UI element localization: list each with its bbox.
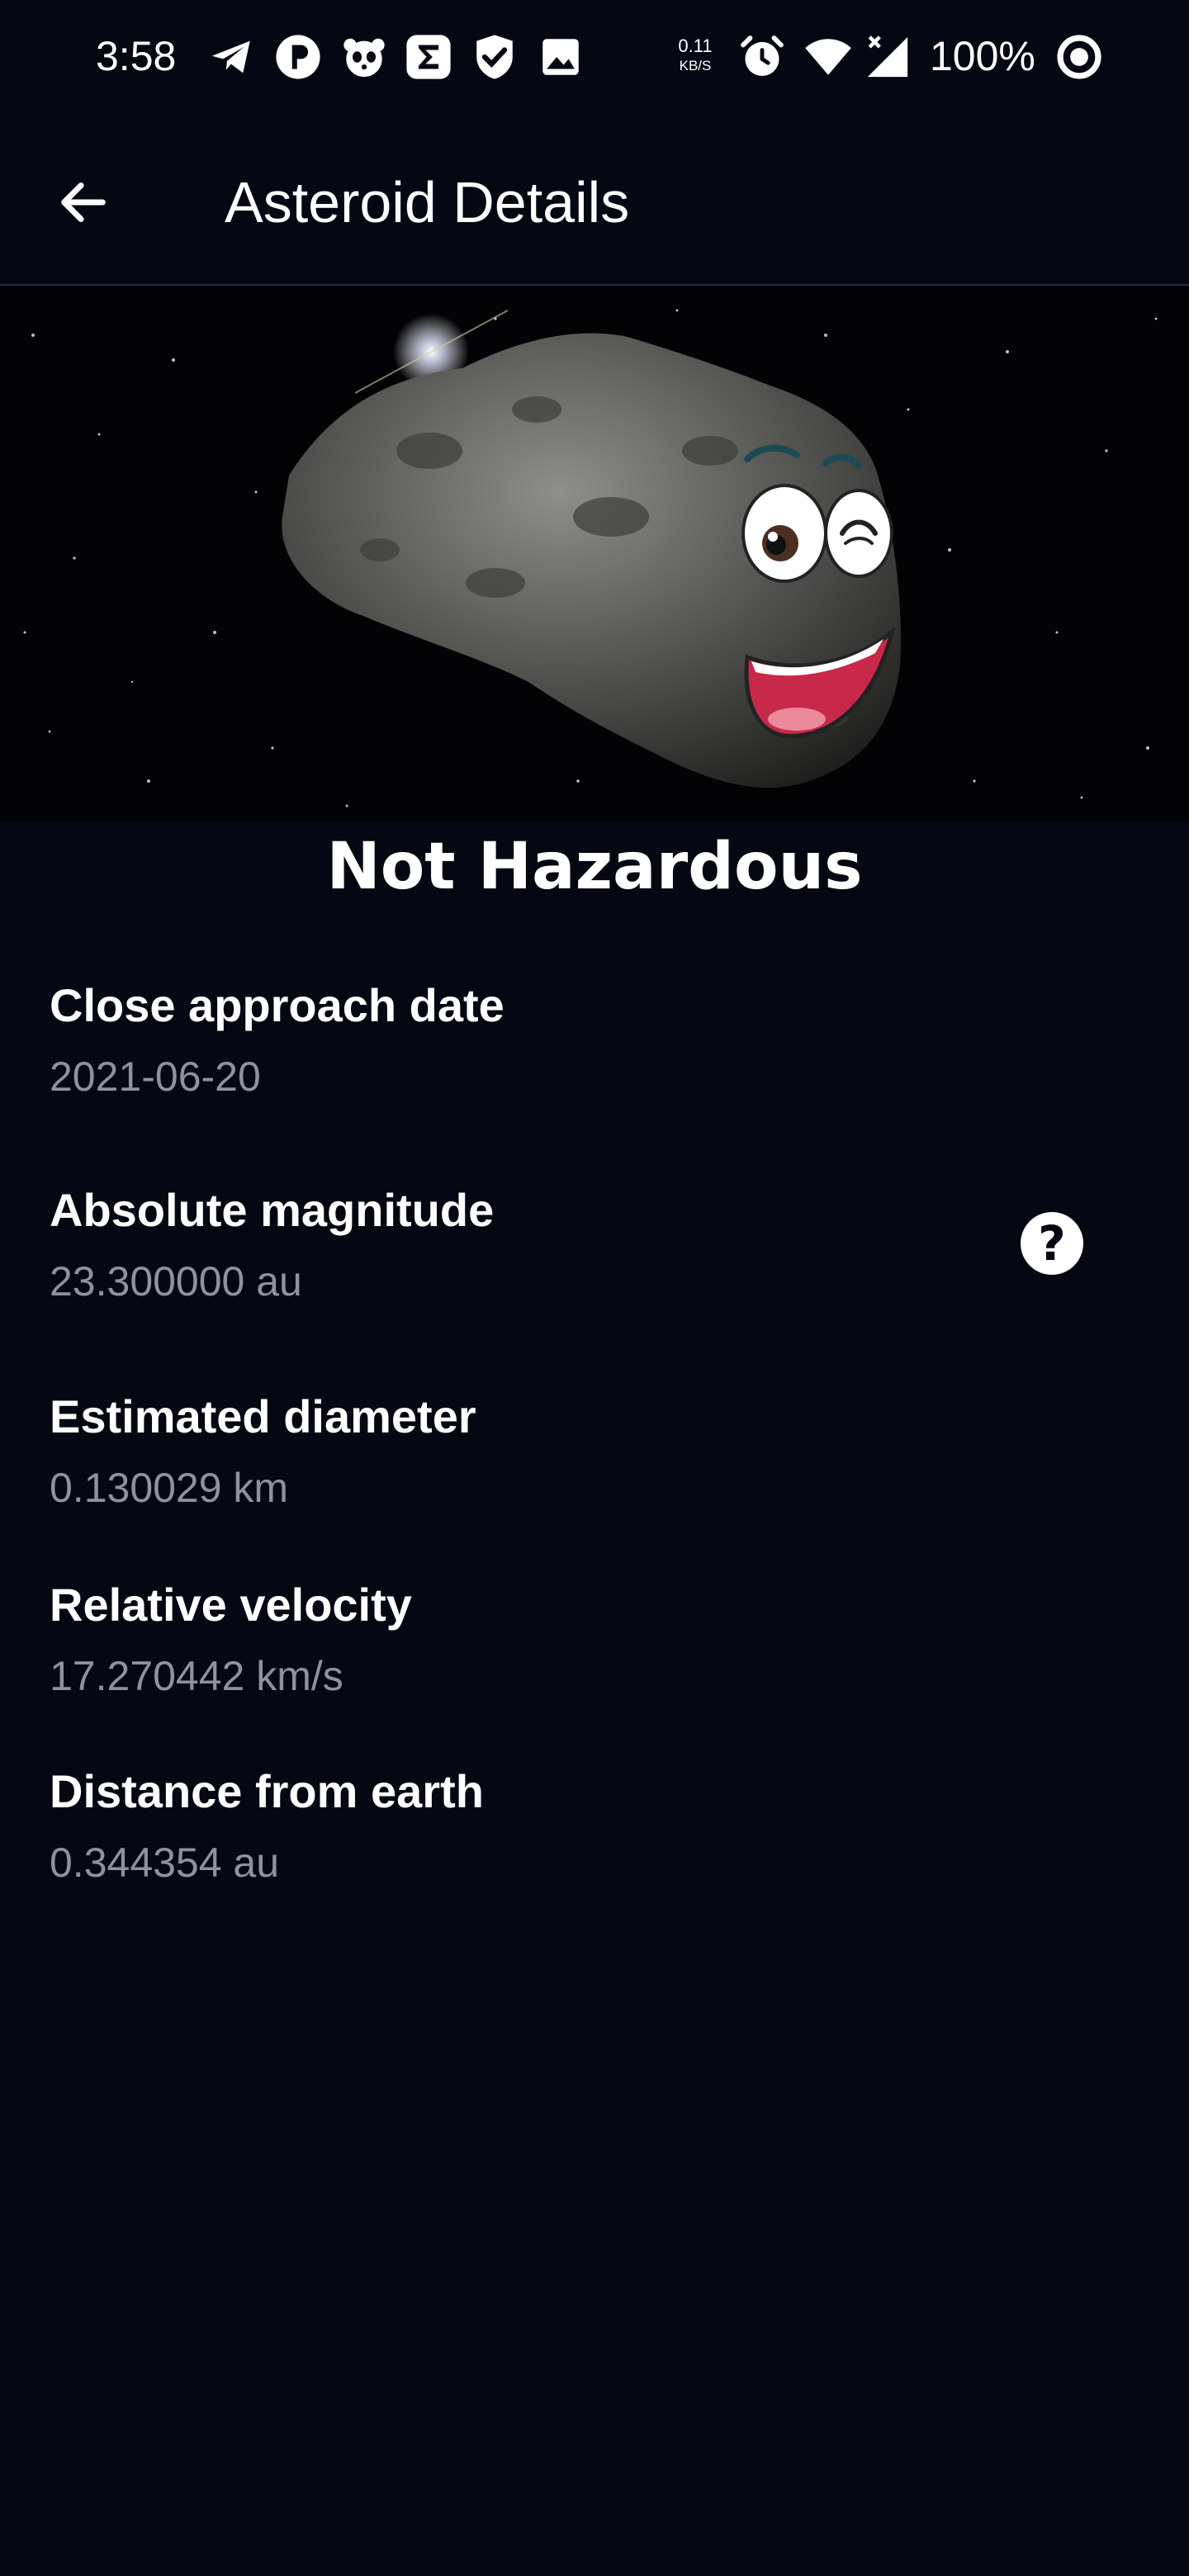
asteroid-hero-image	[0, 286, 1189, 822]
detail-label: Estimated diameter	[50, 1390, 476, 1442]
sigma-app-icon	[406, 35, 451, 79]
question-mark-icon: ?	[1038, 1215, 1066, 1271]
battery-percent: 100%	[930, 33, 1035, 79]
panda-icon	[343, 38, 385, 78]
detail-label: Distance from earth	[50, 1765, 484, 1817]
hazard-status: Not Hazardous	[326, 830, 863, 904]
detail-estimated-diameter: Estimated diameter 0.130029 km	[50, 1387, 958, 1514]
battery-saver-icon	[1057, 35, 1101, 79]
detail-value: 23.300000 au	[50, 1258, 302, 1305]
check-app-icon	[476, 35, 513, 79]
detail-relative-velocity: Relative velocity 17.270442 km/s	[50, 1575, 958, 1702]
detail-label: Absolute magnitude	[50, 1184, 495, 1236]
status-time: 3:58	[96, 33, 177, 79]
p-app-icon	[276, 35, 320, 79]
detail-label: Close approach date	[50, 979, 504, 1031]
detail-label: Relative velocity	[50, 1579, 412, 1631]
detail-absolute-magnitude: Absolute magnitude 23.300000 au	[50, 1181, 958, 1308]
cell-signal-icon	[867, 36, 908, 78]
network-speed: 0.11 KB/S	[672, 36, 718, 76]
detail-distance-from-earth: Distance from earth 0.344354 au	[50, 1762, 958, 1889]
wifi-icon	[805, 39, 851, 75]
status-bar: 3:58 0.11 KB/S 100%	[0, 0, 1189, 116]
detail-value: 0.344354 au	[50, 1840, 280, 1886]
arrow-left-icon	[61, 182, 106, 222]
page-title: Asteroid Details	[225, 170, 630, 234]
back-button[interactable]	[40, 159, 127, 246]
detail-value: 17.270442 km/s	[50, 1653, 343, 1699]
absolute-magnitude-help-button[interactable]: ?	[1021, 1212, 1083, 1275]
image-icon	[542, 39, 579, 75]
detail-value: 2021-06-20	[50, 1054, 261, 1100]
network-speed-unit: KB/S	[679, 58, 712, 73]
cartoon-asteroid-illustration	[0, 286, 1189, 822]
app-bar: Asteroid Details	[0, 116, 1189, 286]
asteroid-details-screen: 3:58 0.11 KB/S 100% Asteroid Details Not…	[0, 0, 1189, 2576]
telegram-icon	[211, 40, 250, 73]
alarm-icon	[741, 36, 784, 76]
detail-value: 0.130029 km	[50, 1465, 289, 1511]
detail-close-approach-date: Close approach date 2021-06-20	[50, 976, 958, 1103]
network-speed-value: 0.11	[678, 36, 713, 56]
